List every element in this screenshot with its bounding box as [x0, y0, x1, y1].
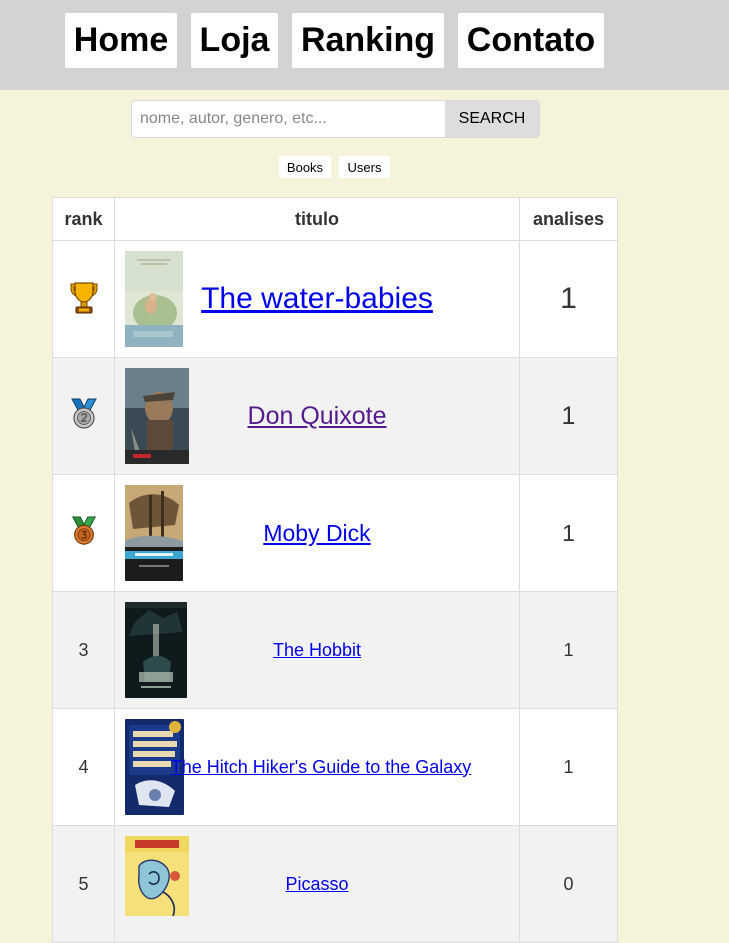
reviews-cell: 0 [519, 825, 618, 943]
search-input[interactable] [132, 101, 445, 137]
rank-cell [52, 474, 115, 592]
table-row: 5 Picasso 0 [52, 825, 618, 943]
header-title: titulo [114, 197, 520, 241]
header-rank: rank [52, 197, 115, 241]
reviews-cell: 1 [519, 240, 618, 358]
title-cell: The Hobbit [114, 591, 520, 709]
header-reviews: analises [519, 197, 618, 241]
hobbit-cover [125, 602, 187, 698]
nav-contact-button[interactable]: Contato [458, 13, 604, 68]
rank-cell: 3 [52, 591, 115, 709]
table-row: 4 The Hitch Hiker's Guide to the Galaxy … [52, 708, 618, 826]
search-button[interactable]: SEARCH [445, 101, 539, 137]
rank-cell [52, 357, 115, 475]
don-quixote-cover [125, 368, 189, 464]
moby-dick-cover [125, 485, 183, 581]
bronze-medal-icon [69, 515, 99, 551]
title-cell: Don Quixote [114, 357, 520, 475]
book-title-link[interactable]: The water-babies [201, 282, 433, 315]
title-cell: Picasso [114, 825, 520, 943]
book-title-link[interactable]: Don Quixote [248, 402, 387, 430]
title-cell: The water-babies [114, 240, 520, 358]
silver-medal-icon [68, 398, 100, 435]
title-cell: Moby Dick [114, 474, 520, 592]
table-row: Don Quixote 1 [52, 357, 618, 475]
reviews-cell: 1 [519, 708, 618, 826]
filter-users-button[interactable]: Users [339, 156, 390, 178]
book-title-link[interactable]: The Hobbit [273, 640, 361, 660]
water-babies-cover [125, 251, 183, 347]
reviews-cell: 1 [519, 591, 618, 709]
rank-cell [52, 240, 115, 358]
nav-home-button[interactable]: Home [65, 13, 177, 68]
table-row: The water-babies 1 [52, 240, 618, 358]
rank-cell: 4 [52, 708, 115, 826]
reviews-cell: 1 [519, 474, 618, 592]
nav-ranking-button[interactable]: Ranking [292, 13, 444, 68]
search-bar: SEARCH [131, 100, 540, 138]
trophy-icon [67, 279, 101, 320]
nav-store-button[interactable]: Loja [191, 13, 278, 68]
rank-cell: 5 [52, 825, 115, 943]
book-title-link[interactable]: Picasso [285, 874, 348, 894]
book-title-link[interactable]: Moby Dick [263, 520, 370, 546]
top-navigation: Home Loja Ranking Contato [0, 0, 729, 90]
filter-books-button[interactable]: Books [279, 156, 331, 178]
picasso-cover [125, 836, 189, 916]
table-row: Moby Dick 1 [52, 474, 618, 592]
ranking-table: rank titulo analises The water-babies 1 … [52, 197, 618, 943]
table-row: 3 The Hobbit 1 [52, 591, 618, 709]
reviews-cell: 1 [519, 357, 618, 475]
book-title-link[interactable]: The Hitch Hiker's Guide to the Galaxy [171, 757, 472, 777]
title-cell: The Hitch Hiker's Guide to the Galaxy [114, 708, 520, 826]
